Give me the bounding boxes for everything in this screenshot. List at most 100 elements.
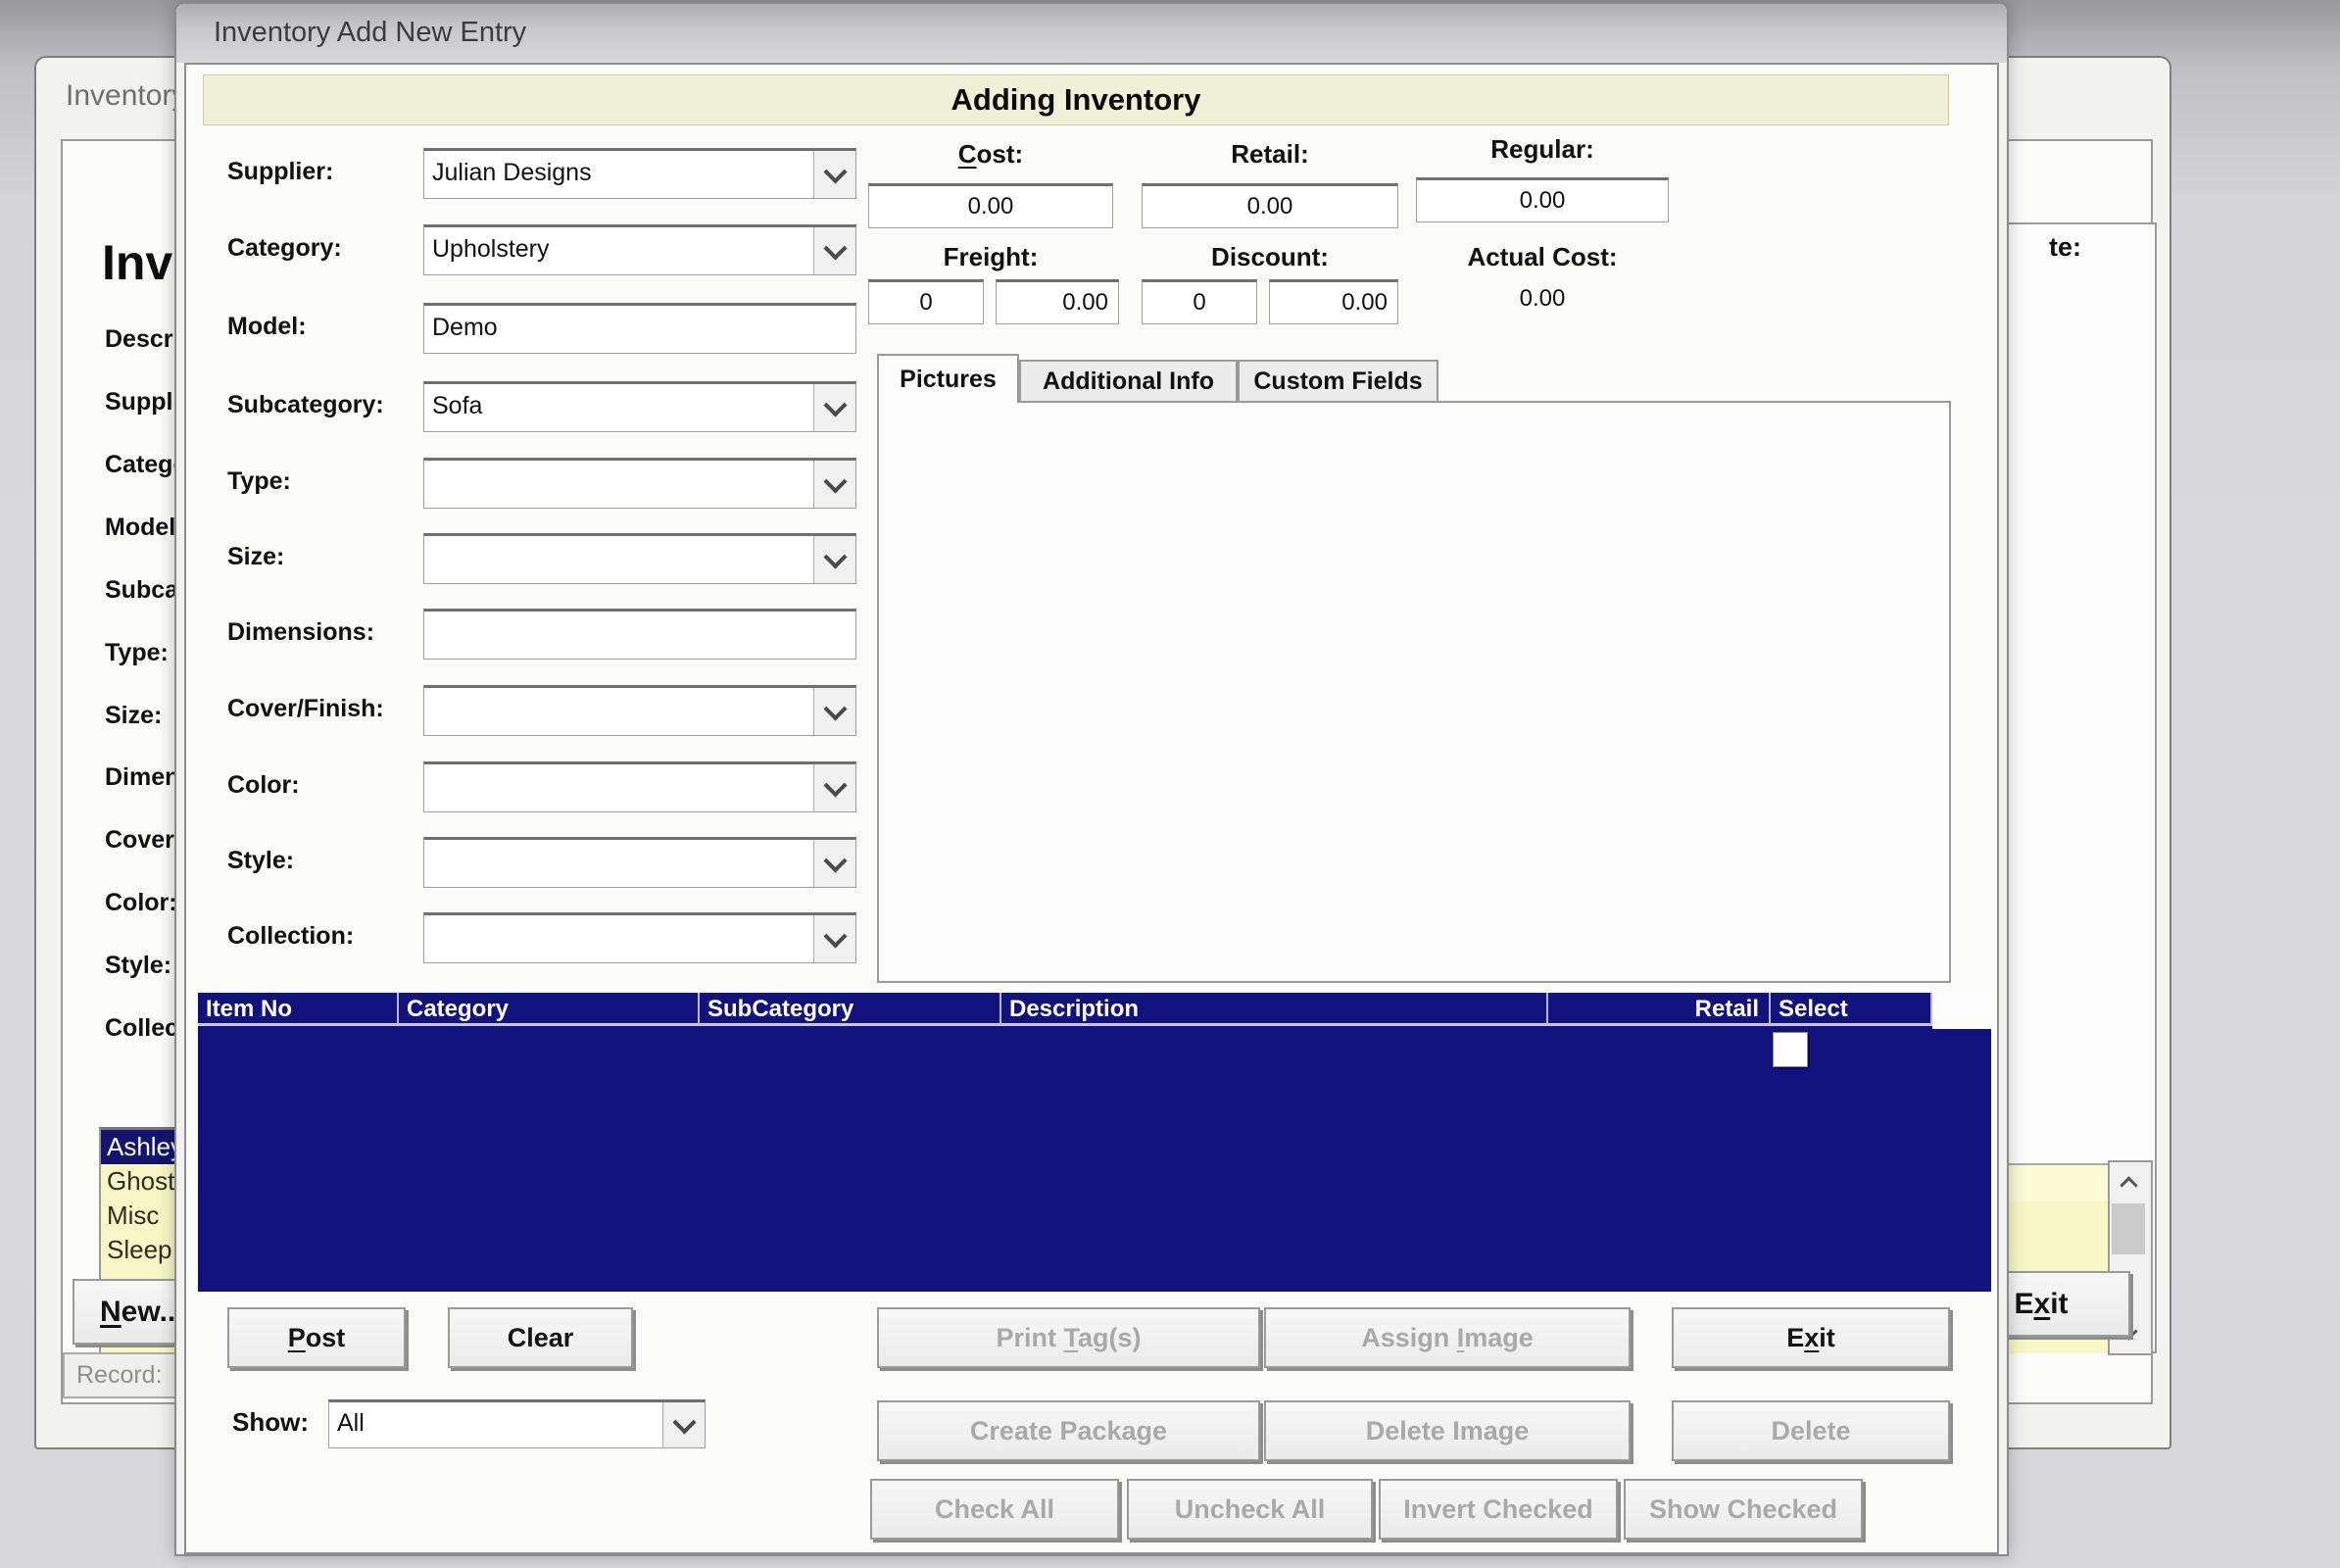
type-label: Type:	[227, 467, 291, 495]
col-header-item-no[interactable]: Item No	[198, 993, 399, 1026]
color-select[interactable]	[423, 761, 856, 812]
collection-select[interactable]	[423, 912, 856, 963]
inventory-table[interactable]: Item No Category SubCategory Description…	[198, 993, 1991, 1292]
delete-button[interactable]: Delete	[1672, 1400, 1950, 1461]
discount-amt-value: 0.00	[1341, 289, 1388, 316]
dimensions-label: Dimensions:	[227, 618, 375, 646]
col-header-select[interactable]: Select	[1771, 993, 1932, 1026]
tab-custom-fields[interactable]: Custom Fields	[1238, 360, 1438, 403]
chevron-down-icon[interactable]	[813, 227, 855, 274]
cost-value: 0.00	[967, 193, 1014, 220]
add-new-entry-dialog: Inventory Add New Entry Adding Inventory…	[174, 2, 2009, 1556]
chevron-down-icon[interactable]	[813, 461, 855, 508]
date-label: te:	[2049, 232, 2081, 262]
uncheck-all-label: Uncheck All	[1174, 1494, 1326, 1524]
create-package-label: Create Package	[969, 1415, 1168, 1446]
exit-label: Exit	[1786, 1322, 1835, 1352]
style-label: Style:	[227, 847, 295, 874]
chevron-down-icon[interactable]	[813, 840, 855, 887]
delete-label: Delete	[1771, 1415, 1851, 1446]
discount-amt-input[interactable]: 0.00	[1269, 279, 1398, 324]
dialog-titlebar[interactable]: Inventory Add New Entry	[176, 4, 2007, 63]
chevron-down-icon[interactable]	[813, 151, 855, 198]
freight-pct-input[interactable]: 0	[868, 279, 984, 324]
actual-cost-label: Actual Cost:	[1467, 242, 1618, 271]
desktop: Inventory Inventory Description: Supplie…	[0, 0, 2340, 1568]
scrollbar-thumb[interactable]	[2112, 1203, 2145, 1254]
model-input[interactable]: Demo	[423, 303, 856, 354]
col-header-subcategory[interactable]: SubCategory	[700, 993, 1001, 1026]
type-select[interactable]	[423, 458, 856, 509]
regular-value: 0.00	[1519, 187, 1566, 214]
retail-input[interactable]: 0.00	[1142, 183, 1398, 228]
category-value: Upholstery	[432, 235, 550, 263]
regular-label: Regular:	[1490, 134, 1594, 164]
supplier-select[interactable]: Julian Designs	[423, 148, 856, 199]
discount-pct-input[interactable]: 0	[1142, 279, 1257, 324]
chevron-down-icon[interactable]	[813, 688, 855, 735]
chevron-down-icon[interactable]	[813, 764, 855, 811]
bg-label-style: Style:	[105, 952, 172, 979]
exit-button[interactable]: Exit	[1672, 1307, 1950, 1368]
col-header-description[interactable]: Description	[1001, 993, 1548, 1026]
discount-pct-value: 0	[1193, 289, 1206, 316]
size-label: Size:	[227, 543, 285, 570]
delete-image-button[interactable]: Delete Image	[1264, 1400, 1631, 1461]
bg-label-size: Size:	[105, 702, 163, 729]
new-button-label: New...	[100, 1295, 184, 1328]
print-tags-label: Print Tag(s)	[996, 1322, 1142, 1352]
clear-button[interactable]: Clear	[448, 1307, 633, 1368]
freight-label: Freight:	[943, 242, 1039, 271]
main-window-title: Inventory	[66, 79, 187, 112]
invert-checked-label: Invert Checked	[1403, 1494, 1593, 1524]
category-select[interactable]: Upholstery	[423, 224, 856, 275]
chevron-down-icon[interactable]	[662, 1402, 705, 1447]
col-header-retail[interactable]: Retail	[1548, 993, 1771, 1026]
style-select[interactable]	[423, 837, 856, 888]
post-label: Post	[287, 1322, 346, 1352]
check-all-button[interactable]: Check All	[870, 1479, 1119, 1540]
select-checkbox[interactable]	[1773, 1032, 1808, 1067]
retail-value: 0.00	[1246, 193, 1293, 220]
assign-image-button[interactable]: Assign Image	[1264, 1307, 1631, 1368]
collection-label: Collection:	[227, 922, 355, 950]
freight-amt-value: 0.00	[1062, 289, 1108, 316]
invert-checked-button[interactable]: Invert Checked	[1379, 1479, 1618, 1540]
dimensions-input[interactable]	[423, 609, 856, 660]
supplier-label: Supplier:	[227, 158, 334, 185]
dialog-title: Inventory Add New Entry	[214, 17, 527, 48]
cost-label: Cost:	[957, 139, 1024, 169]
size-select[interactable]	[423, 533, 856, 584]
pictures-panel	[877, 401, 1951, 983]
bg-label-type: Type:	[105, 639, 169, 666]
print-tags-button[interactable]: Print Tag(s)	[877, 1307, 1260, 1368]
subcategory-select[interactable]: Sofa	[423, 381, 856, 432]
color-label: Color:	[227, 771, 300, 799]
bg-label-model: Model:	[105, 514, 184, 541]
create-package-button[interactable]: Create Package	[877, 1400, 1260, 1461]
subcategory-label: Subcategory:	[227, 391, 384, 418]
chevron-down-icon[interactable]	[813, 915, 855, 962]
tab-pictures[interactable]: Pictures	[877, 354, 1019, 403]
freight-amt-input[interactable]: 0.00	[996, 279, 1119, 324]
cost-input[interactable]: 0.00	[868, 183, 1113, 228]
tab-additional-info[interactable]: Additional Info	[1019, 360, 1238, 403]
chevron-down-icon[interactable]	[813, 384, 855, 431]
assign-image-label: Assign Image	[1361, 1322, 1534, 1352]
show-checked-label: Show Checked	[1648, 1494, 1838, 1524]
post-button[interactable]: Post	[227, 1307, 406, 1368]
bg-label-color: Color:	[105, 889, 177, 916]
scroll-up-icon[interactable]	[2110, 1162, 2147, 1201]
freight-pct-value: 0	[919, 289, 933, 316]
clear-label: Clear	[507, 1322, 574, 1352]
table-header-gap	[1932, 993, 1991, 1029]
model-value: Demo	[432, 314, 498, 341]
col-header-category[interactable]: Category	[399, 993, 700, 1026]
uncheck-all-button[interactable]: Uncheck All	[1127, 1479, 1373, 1540]
cover-finish-select[interactable]	[423, 685, 856, 736]
chevron-down-icon[interactable]	[813, 536, 855, 583]
record-label: Record:	[76, 1361, 163, 1389]
show-checked-button[interactable]: Show Checked	[1624, 1479, 1863, 1540]
regular-input[interactable]: 0.00	[1416, 177, 1669, 222]
show-select[interactable]: All	[328, 1399, 706, 1448]
